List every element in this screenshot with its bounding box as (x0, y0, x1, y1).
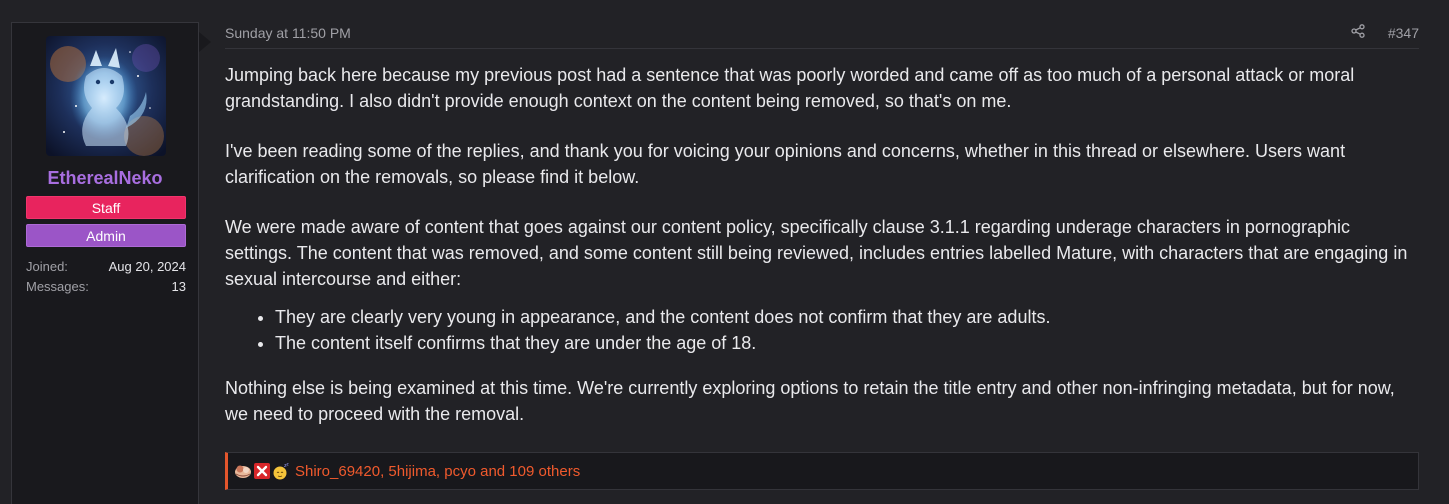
post-paragraph: Nothing else is being examined at this t… (225, 378, 1395, 424)
hug-reaction-icon[interactable] (234, 462, 252, 480)
staff-banner: Staff (26, 196, 186, 219)
user-info-panel: EtherealNeko Staff Admin Joined: Aug 20,… (11, 22, 199, 504)
post-paragraph: We were made aware of content that goes … (225, 217, 1408, 289)
post-paragraph: Jumping back here because my previous po… (225, 65, 1355, 111)
reaction-users-link[interactable]: Shiro_69420, 5hijima, pcyo and 109 other… (295, 463, 580, 480)
x-reaction-icon[interactable] (253, 462, 271, 480)
reaction-icons: z z (234, 462, 291, 480)
post-date-link[interactable]: Sunday at 11:50 PM (225, 25, 351, 41)
user-cell-arrow (199, 32, 211, 52)
stat-value: Aug 20, 2024 (108, 259, 186, 274)
post-attribution: Sunday at 11:50 PM #347 (225, 22, 1419, 49)
svg-text:z: z (287, 462, 289, 467)
list-item: The content itself confirms that they ar… (275, 330, 1419, 356)
post-body: Jumping back here because my previous po… (225, 62, 1419, 451)
stat-value: 13 (171, 279, 186, 294)
stat-joined: Joined: Aug 20, 2024 (26, 259, 186, 274)
post-paragraph: I've been reading some of the replies, a… (225, 141, 1346, 187)
admin-banner: Admin (26, 224, 186, 247)
stat-label: Messages: (26, 279, 89, 294)
post-number-link[interactable]: #347 (1388, 25, 1419, 41)
list-item: They are clearly very young in appearanc… (275, 304, 1419, 330)
stat-label: Joined: (26, 259, 68, 274)
share-icon[interactable] (1351, 24, 1365, 38)
stat-messages: Messages: 13 (26, 279, 186, 294)
post-main: Sunday at 11:50 PM #347 Jumping back her… (225, 22, 1419, 424)
avatar[interactable] (46, 36, 166, 156)
sleepy-reaction-icon[interactable]: z z (272, 462, 290, 480)
reactions-bar: z z Shiro_69420, 5hijima, pcyo and 109 o… (225, 452, 1419, 490)
forum-post: EtherealNeko Staff Admin Joined: Aug 20,… (0, 0, 1449, 504)
username-link[interactable]: EtherealNeko (12, 168, 198, 189)
bullet-list: They are clearly very young in appearanc… (225, 304, 1419, 356)
